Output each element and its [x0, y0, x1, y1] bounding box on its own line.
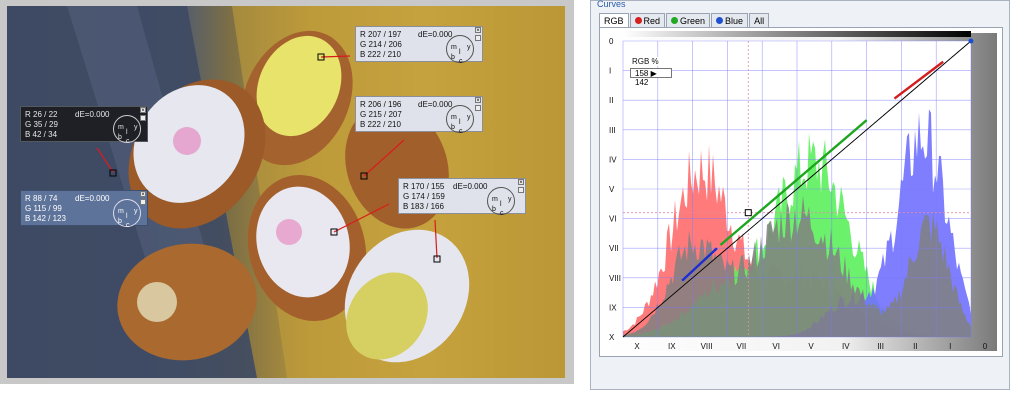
tab-rgb[interactable]: RGB [599, 13, 629, 28]
pin-icon[interactable] [140, 115, 146, 121]
dial-c: c [459, 128, 463, 135]
y-zone-label: 0 [609, 37, 614, 46]
sample-de: dE=0.000 [75, 110, 110, 119]
dial-b: b [451, 124, 455, 131]
panel-title: Curves [597, 0, 626, 9]
application-window: R 207 / 197 G 214 / 206 B 222 / 210 dE=0… [0, 0, 1024, 402]
pin-icon[interactable] [475, 105, 481, 111]
y-zone-label: VI [609, 215, 617, 224]
dial-b: b [451, 54, 455, 61]
y-zone-label: V [609, 185, 615, 194]
sample-de: dE=0.000 [418, 100, 453, 109]
color-dial-icon: m y b c l [446, 35, 474, 65]
green-dot-icon [671, 17, 679, 24]
y-zone-label: X [609, 333, 615, 342]
sample-readout-1[interactable]: R 207 / 197 G 214 / 206 B 222 / 210 dE=0… [355, 26, 483, 65]
window-bottom-edge [0, 390, 1024, 402]
y-zone-label: I [609, 67, 611, 76]
sample-readout-2[interactable]: R 206 / 196 G 215 / 207 B 222 / 210 dE=0… [355, 96, 483, 135]
close-icon[interactable]: × [475, 27, 481, 34]
dial-m: m [451, 44, 457, 51]
close-icon[interactable]: × [518, 179, 524, 186]
dial-m: m [118, 124, 124, 131]
dial-l: l [126, 213, 128, 220]
sample-readout-5[interactable]: R 88 / 74 G 115 / 99 B 142 / 123 dE=0.00… [20, 190, 148, 229]
dial-c: c [126, 222, 130, 229]
dial-y: y [134, 208, 138, 215]
tab-label: Green [680, 15, 706, 26]
sample-readout-3[interactable]: R 26 / 22 G 35 / 29 B 42 / 34 dE=0.000 m… [20, 106, 148, 145]
x-zone-label: VII [737, 342, 747, 351]
dial-c: c [500, 210, 504, 217]
y-zone-label: IX [609, 303, 617, 312]
dial-y: y [467, 44, 471, 51]
close-icon[interactable]: × [140, 191, 146, 198]
y-zone-label: II [609, 96, 613, 105]
tab-label: Blue [725, 15, 744, 26]
pin-icon[interactable] [475, 35, 481, 41]
channel-tabs: RGB Red Green Blue All [599, 13, 770, 28]
blue-dot-icon [716, 17, 724, 24]
sample-readout-4[interactable]: R 170 / 155 G 174 / 159 B 183 / 166 dE=0… [398, 178, 526, 217]
dial-b: b [118, 134, 122, 141]
x-zone-label: IV [842, 342, 850, 351]
x-zone-label: III [877, 342, 884, 351]
x-zone-label: 0 [983, 342, 988, 351]
dial-l: l [459, 119, 461, 126]
close-icon[interactable]: × [140, 107, 146, 114]
tab-blue[interactable]: Blue [711, 13, 749, 27]
tab-red[interactable]: Red [629, 13, 666, 27]
sample-de: dE=0.000 [75, 194, 110, 203]
dial-y: y [467, 114, 471, 121]
pin-icon[interactable] [140, 199, 146, 205]
end-point [968, 38, 974, 44]
dial-m: m [492, 196, 498, 203]
egg-left-flower [173, 127, 201, 155]
x-zone-label: I [949, 342, 951, 351]
color-dial-icon: m y b c l [487, 187, 515, 217]
red-dot-icon [634, 17, 642, 24]
x-zone-label: X [634, 342, 640, 351]
input-output-readout[interactable]: 158 ▶ 142 [630, 68, 672, 87]
x-zone-label: VIII [701, 342, 713, 351]
color-dial-icon: m y b c l [446, 105, 474, 135]
tab-label: RGB [604, 16, 624, 26]
y-zone-label: VII [609, 244, 619, 253]
dial-m: m [118, 208, 124, 215]
x-zone-label: IX [668, 342, 676, 351]
control-point [744, 209, 752, 217]
egg-bottom-left-pattern [137, 282, 177, 322]
tab-label: All [754, 15, 765, 26]
y-zone-label: III [609, 126, 616, 135]
image-viewer: R 207 / 197 G 214 / 206 B 222 / 210 dE=0… [0, 0, 574, 384]
pin-icon[interactable] [518, 187, 524, 193]
dial-b: b [492, 206, 496, 213]
egg-center-flower [276, 219, 302, 245]
y-zone-label: IV [609, 155, 617, 164]
dial-l: l [126, 129, 128, 136]
color-dial-icon: m y b c l [113, 199, 141, 229]
color-dial-icon: m y b c l [113, 115, 141, 145]
x-zone-label: II [913, 342, 917, 351]
tab-green[interactable]: Green [666, 13, 711, 27]
sample-de: dE=0.000 [453, 182, 488, 191]
tone-gradient-bar [623, 31, 971, 37]
dial-l: l [500, 201, 502, 208]
sample-de: dE=0.000 [418, 30, 453, 39]
x-zone-label: VI [772, 342, 780, 351]
y-zone-label: VIII [609, 274, 621, 283]
dial-b: b [118, 218, 122, 225]
x-zone-label: V [808, 342, 814, 351]
tab-all[interactable]: All [749, 13, 770, 27]
close-icon[interactable]: × [475, 97, 481, 104]
dial-y: y [134, 124, 138, 131]
dial-m: m [451, 114, 457, 121]
dial-c: c [459, 58, 463, 65]
dial-c: c [126, 138, 130, 145]
tab-label: Red [643, 15, 661, 26]
dial-l: l [459, 49, 461, 56]
dial-y: y [508, 196, 512, 203]
readout-label: RGB % [632, 57, 659, 66]
